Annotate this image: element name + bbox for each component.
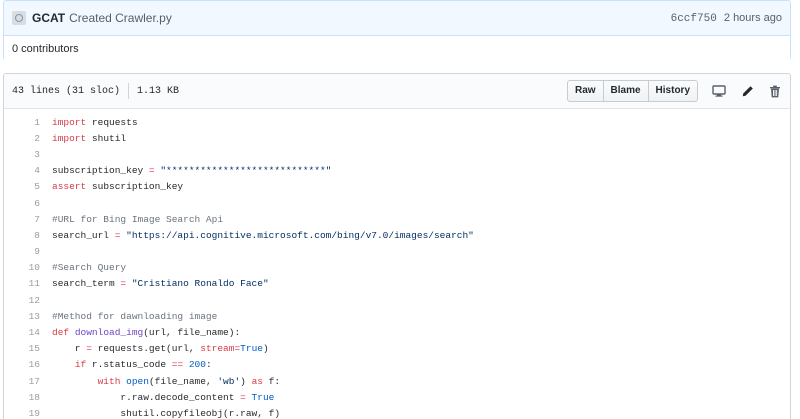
desktop-icon[interactable] xyxy=(712,84,726,98)
line-number[interactable]: 1 xyxy=(4,117,52,128)
commit-message[interactable]: Created Crawler.py xyxy=(69,11,172,25)
contributors-row[interactable]: 0 contributors xyxy=(4,36,790,61)
pencil-icon[interactable] xyxy=(740,84,754,98)
line-number[interactable]: 6 xyxy=(4,198,52,209)
line-code: assert subscription_key xyxy=(52,181,184,193)
line-code: r.raw.decode_content = True xyxy=(52,391,275,403)
file-viewer: 43 lines (31 sloc) 1.13 KB Raw Blame His… xyxy=(3,73,791,419)
line-number[interactable]: 15 xyxy=(4,343,52,354)
commit-time: 2 hours ago xyxy=(723,11,782,24)
line-code: import shutil xyxy=(52,132,127,144)
code-line: 17 with open(file_name, 'wb') as f: xyxy=(4,373,790,389)
file-actions: Raw Blame History xyxy=(566,80,782,102)
code-line: 18 r.raw.decode_content = True xyxy=(4,389,790,405)
line-number[interactable]: 4 xyxy=(4,165,52,176)
line-code: subscription_key = "********************… xyxy=(52,165,332,177)
line-number[interactable]: 16 xyxy=(4,359,52,370)
line-number[interactable]: 14 xyxy=(4,327,52,338)
code-line: 7 #URL for Bing Image Search Api xyxy=(4,211,790,227)
avatar[interactable] xyxy=(12,11,26,25)
code-line: 16 if r.status_code == 200: xyxy=(4,357,790,373)
code-line: 8 search_url = "https://api.cognitive.mic… xyxy=(4,227,790,243)
commit-tease: GCAT Created Crawler.py 6ccf750 2 hours … xyxy=(3,0,791,61)
trash-icon[interactable] xyxy=(768,84,782,98)
code-line: 11 search_term = "Cristiano Ronaldo Face" xyxy=(4,276,790,292)
code-line: 5 assert subscription_key xyxy=(4,179,790,195)
code-line: 2 import shutil xyxy=(4,130,790,146)
commit-sha[interactable]: 6ccf750 xyxy=(671,13,717,25)
line-number[interactable]: 5 xyxy=(4,181,52,192)
line-code: def download_img(url, file_name): xyxy=(52,327,241,339)
code-line: 19 shutil.copyfileobj(r.raw, f) xyxy=(4,405,790,419)
code-line: 15 r = requests.get(url, stream=True) xyxy=(4,341,790,357)
line-number[interactable]: 17 xyxy=(4,376,52,387)
line-number[interactable]: 19 xyxy=(4,408,52,419)
divider xyxy=(128,83,130,99)
code-line: 4 subscription_key = "*******************… xyxy=(4,163,790,179)
line-number[interactable]: 9 xyxy=(4,246,52,257)
code-line: 14 def download_img(url, file_name): xyxy=(4,324,790,340)
contributors-count[interactable]: 0 contributors xyxy=(12,43,79,55)
line-number[interactable]: 3 xyxy=(4,149,52,160)
line-code: shutil.copyfileobj(r.raw, f) xyxy=(52,407,281,419)
raw-button[interactable]: Raw xyxy=(566,80,604,102)
line-number[interactable]: 12 xyxy=(4,295,52,306)
line-number[interactable]: 10 xyxy=(4,262,52,273)
line-number[interactable]: 7 xyxy=(4,214,52,225)
code-line: 9 xyxy=(4,244,790,260)
commit-meta: 6ccf750 2 hours ago xyxy=(671,12,782,25)
line-code: if r.status_code == 200: xyxy=(74,359,212,371)
history-button[interactable]: History xyxy=(648,80,698,102)
file-lines-info: 43 lines (31 sloc) xyxy=(12,85,121,97)
commit-author[interactable]: GCAT xyxy=(32,11,65,25)
line-number[interactable]: 2 xyxy=(4,133,52,144)
blame-button[interactable]: Blame xyxy=(603,80,649,102)
line-code: search_term = "Cristiano Ronaldo Face" xyxy=(52,278,269,290)
code-line: 3 xyxy=(4,146,790,162)
line-number[interactable]: 11 xyxy=(4,278,52,289)
line-code: with open(file_name, 'wb') as f: xyxy=(97,375,281,387)
line-number[interactable]: 13 xyxy=(4,311,52,322)
line-code: search_url = "https://api.cognitive.micr… xyxy=(52,229,474,241)
code-blob: 1 import requests 2 import shutil 3 4 subscrip… xyxy=(4,109,790,419)
line-code: #Method for dawnloading image xyxy=(52,310,218,322)
line-number[interactable]: 8 xyxy=(4,230,52,241)
code-line: 6 xyxy=(4,195,790,211)
file-size: 1.13 KB xyxy=(137,85,180,97)
line-code: #URL for Bing Image Search Api xyxy=(52,213,224,225)
line-code: r = requests.get(url, stream=True) xyxy=(52,343,269,355)
line-code: import requests xyxy=(52,116,138,128)
line-code: #Search Query xyxy=(52,262,127,274)
code-line: 1 import requests xyxy=(4,114,790,130)
line-number[interactable]: 18 xyxy=(4,392,52,403)
code-line: 10 #Search Query xyxy=(4,260,790,276)
code-line: 13 #Method for dawnloading image xyxy=(4,308,790,324)
code-line: 12 xyxy=(4,292,790,308)
file-header: 43 lines (31 sloc) 1.13 KB Raw Blame His… xyxy=(4,74,790,109)
latest-commit-row: GCAT Created Crawler.py 6ccf750 2 hours … xyxy=(4,1,790,36)
